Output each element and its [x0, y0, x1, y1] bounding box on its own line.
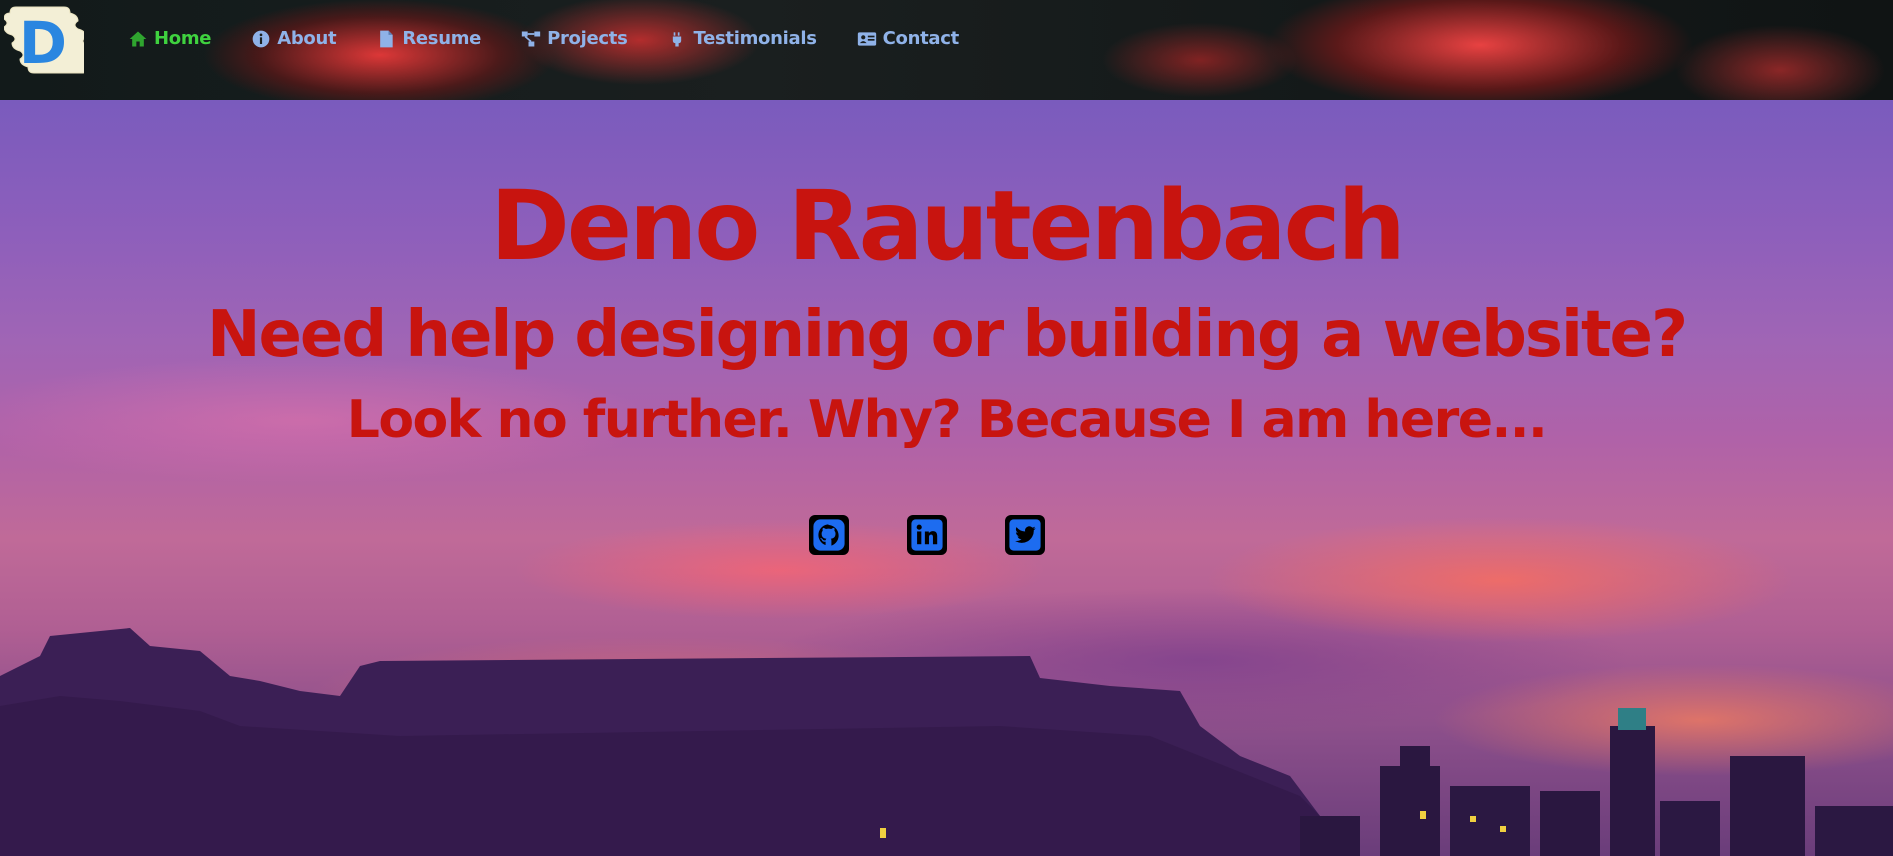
twitter-icon: [1008, 518, 1042, 552]
nav-item-label: About: [277, 28, 337, 49]
nav-item-testimonials[interactable]: Testimonials: [667, 28, 817, 49]
contact-card-icon: [857, 29, 877, 49]
github-link[interactable]: [808, 515, 849, 555]
hero-name: Deno Rautenbach: [490, 170, 1406, 282]
nav-item-label: Contact: [882, 28, 960, 49]
nav-item-resume[interactable]: Resume: [376, 28, 481, 49]
nav-item-label: Home: [154, 28, 212, 49]
svg-text:D: D: [19, 9, 67, 77]
home-icon: [128, 29, 148, 49]
nav-item-label: Resume: [402, 28, 482, 49]
github-icon: [812, 518, 846, 552]
nav-item-label: Projects: [547, 28, 628, 49]
nav-item-about[interactable]: About: [251, 28, 337, 49]
hero-tagline: Need help designing or building a websit…: [206, 298, 1688, 372]
testimonial-icon: [667, 29, 687, 49]
hero-section: Deno Rautenbach Need help designing or b…: [0, 100, 1893, 856]
social-links: [0, 515, 1893, 555]
twitter-link[interactable]: [1004, 515, 1045, 555]
nav-item-label: Testimonials: [693, 28, 817, 49]
nav-menu: Home About Resume Projects Testimonials: [128, 28, 999, 49]
nav-item-projects[interactable]: Projects: [521, 28, 628, 49]
file-icon: [376, 29, 396, 49]
logo-d-icon[interactable]: D: [3, 3, 95, 81]
table-mountain-skyline: [0, 628, 1893, 856]
project-diagram-icon: [521, 29, 541, 49]
nav-item-contact[interactable]: Contact: [857, 28, 959, 49]
linkedin-link[interactable]: [906, 515, 947, 555]
linkedin-icon: [910, 518, 944, 552]
info-icon: [251, 29, 271, 49]
nav-item-home[interactable]: Home: [128, 28, 212, 49]
navbar: D Home About Resume Projects Testimonial…: [0, 0, 1893, 100]
hero-subtagline: Look no further. Why? Because I am here.…: [346, 390, 1548, 450]
